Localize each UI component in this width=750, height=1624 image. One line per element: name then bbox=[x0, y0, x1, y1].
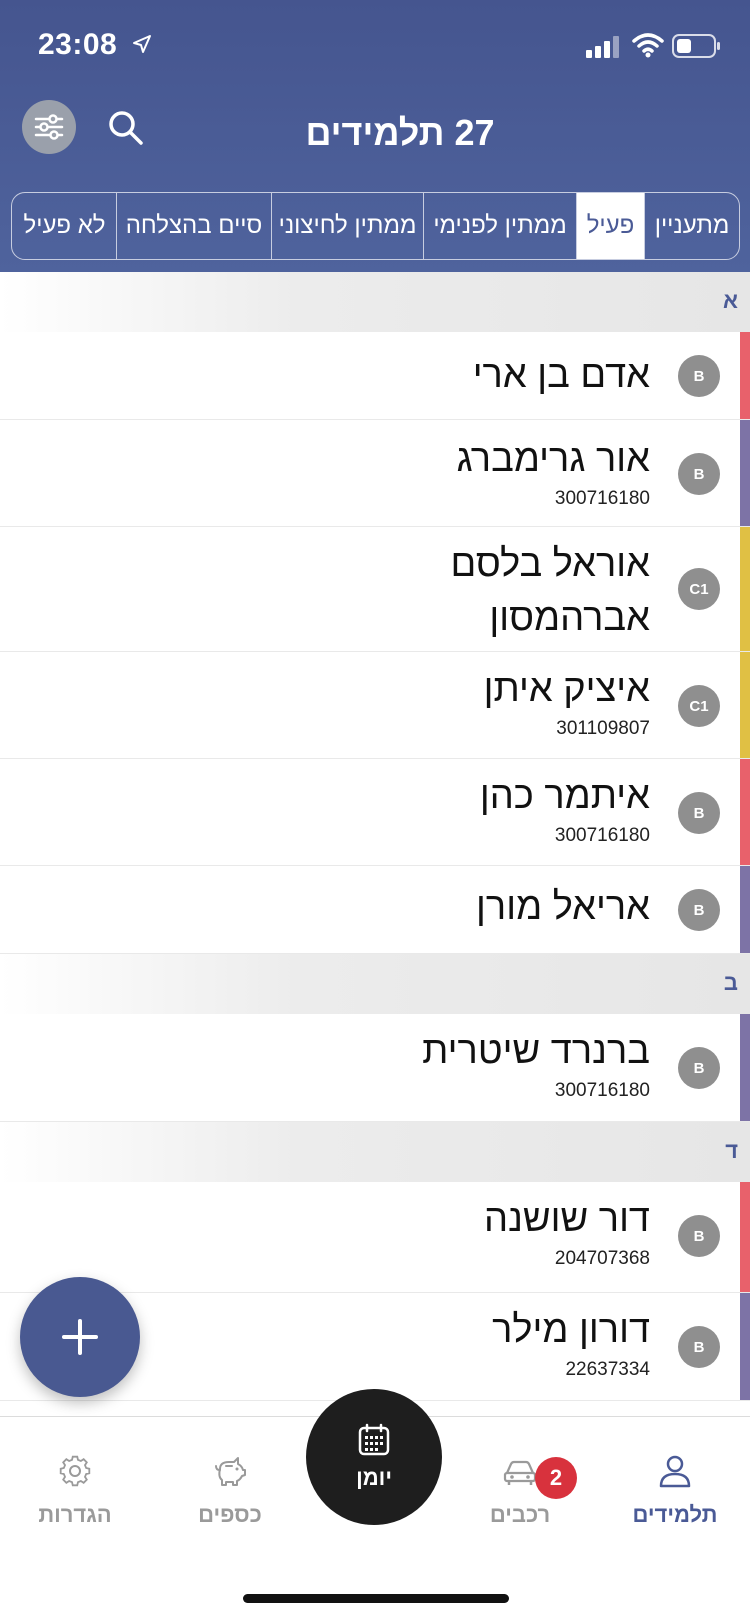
person-icon bbox=[659, 1455, 691, 1488]
nav-diary[interactable]: יומן bbox=[306, 1389, 442, 1525]
status-accent bbox=[740, 652, 750, 758]
student-name: איתמר כהן bbox=[479, 775, 650, 817]
student-id: 300716180 bbox=[554, 488, 650, 509]
tab-waiting-internal[interactable]: ממתין לפנימי bbox=[423, 193, 576, 259]
nav-money[interactable]: כספים bbox=[155, 1453, 305, 1528]
section-header: ד bbox=[0, 1122, 750, 1182]
tab-inactive[interactable]: לא פעיל bbox=[13, 193, 116, 259]
students-list: א B אדם בן ארי B אור גרימברג 300716180 C… bbox=[0, 272, 750, 1401]
student-name: דור שושנה bbox=[483, 1198, 650, 1240]
section-letter: א bbox=[722, 288, 738, 313]
calendar-icon bbox=[358, 1423, 390, 1456]
student-id: 300716180 bbox=[554, 1080, 650, 1101]
status-accent bbox=[740, 332, 750, 419]
gear-icon bbox=[59, 1455, 91, 1487]
student-name: ברנרד שיטרית bbox=[422, 1030, 650, 1072]
student-row[interactable]: B אור גרימברג 300716180 bbox=[0, 420, 750, 527]
student-id: 300716180 bbox=[554, 825, 650, 846]
license-badge: B bbox=[678, 355, 720, 397]
license-badge: B bbox=[678, 1326, 720, 1368]
status-accent bbox=[740, 866, 750, 953]
license-badge: B bbox=[678, 1215, 720, 1257]
status-time: 23:08 bbox=[38, 28, 118, 61]
student-name: אריאל מורן bbox=[476, 886, 650, 928]
status-accent bbox=[740, 1182, 750, 1292]
status-accent bbox=[740, 1014, 750, 1121]
section-letter: ב bbox=[723, 970, 738, 995]
cars-notification-badge: 2 bbox=[535, 1457, 577, 1499]
status-tabs: מתעניין פעיל ממתין לפנימי ממתין לחיצוני … bbox=[11, 192, 740, 260]
status-accent bbox=[740, 1293, 750, 1400]
student-name: דורון מילר bbox=[492, 1309, 650, 1351]
student-name: אוראל בלסם bbox=[450, 543, 650, 585]
status-accent bbox=[740, 527, 750, 651]
student-name: אדם בן ארי bbox=[472, 354, 650, 396]
license-badge: C1 bbox=[678, 568, 720, 610]
plus-icon bbox=[62, 1319, 98, 1355]
status-bar: 23:08 bbox=[0, 0, 750, 92]
nav-students-label: תלמידים bbox=[632, 1502, 718, 1527]
student-row[interactable]: B איתמר כהן 300716180 bbox=[0, 759, 750, 866]
student-id: 22637334 bbox=[565, 1359, 650, 1380]
tab-waiting-external[interactable]: ממתין לחיצוני bbox=[271, 193, 423, 259]
tab-active[interactable]: פעיל bbox=[576, 193, 644, 259]
section-header: ב bbox=[0, 954, 750, 1014]
student-id: 301109807 bbox=[556, 718, 650, 739]
student-row[interactable]: B ברנרד שיטרית 300716180 bbox=[0, 1014, 750, 1122]
wifi-icon bbox=[632, 33, 664, 58]
license-badge: B bbox=[678, 453, 720, 495]
student-id: 204707368 bbox=[554, 1248, 650, 1269]
header: 23:08 27 תלמידים מתעניין פעיל ממתין לפני… bbox=[0, 0, 750, 272]
student-name: אור גרימברג bbox=[456, 438, 650, 480]
status-accent bbox=[740, 420, 750, 526]
nav-settings-label: הגדרות bbox=[38, 1502, 112, 1527]
student-row[interactable]: B אדם בן ארי bbox=[0, 332, 750, 420]
bottom-nav: תלמידים רכבים 2 יומן כספים הגדרות bbox=[0, 1389, 750, 1624]
license-badge: C1 bbox=[678, 685, 720, 727]
student-row[interactable]: B אריאל מורן bbox=[0, 866, 750, 954]
license-badge: B bbox=[678, 792, 720, 834]
cellular-signal-icon bbox=[586, 36, 619, 58]
license-badge: B bbox=[678, 889, 720, 931]
status-accent bbox=[740, 759, 750, 865]
nav-diary-label: יומן bbox=[356, 1465, 392, 1490]
page-title: 27 תלמידים bbox=[305, 112, 495, 153]
student-row[interactable]: C1 איציק איתן 301109807 bbox=[0, 652, 750, 759]
nav-students[interactable]: תלמידים bbox=[600, 1453, 750, 1528]
piggy-bank-icon bbox=[215, 1457, 246, 1486]
add-student-button[interactable] bbox=[20, 1277, 140, 1397]
student-name-continued: אברהמסון bbox=[489, 597, 650, 639]
license-badge: B bbox=[678, 1047, 720, 1089]
location-arrow-icon bbox=[133, 35, 151, 53]
nav-cars-label: רכבים bbox=[489, 1502, 551, 1527]
battery-icon bbox=[672, 34, 720, 58]
car-icon bbox=[503, 1460, 537, 1485]
home-indicator bbox=[243, 1594, 509, 1603]
student-row[interactable]: C1 אוראל בלסם אברהמסון bbox=[0, 527, 750, 652]
nav-money-label: כספים bbox=[198, 1502, 262, 1527]
student-row[interactable]: B דור שושנה 204707368 bbox=[0, 1182, 750, 1293]
tab-interested[interactable]: מתעניין bbox=[644, 193, 739, 259]
student-name: איציק איתן bbox=[483, 668, 650, 710]
tab-completed[interactable]: סיים בהצלחה bbox=[116, 193, 271, 259]
nav-settings[interactable]: הגדרות bbox=[0, 1453, 150, 1528]
section-letter: ד bbox=[725, 1138, 738, 1163]
section-header: א bbox=[0, 272, 750, 332]
